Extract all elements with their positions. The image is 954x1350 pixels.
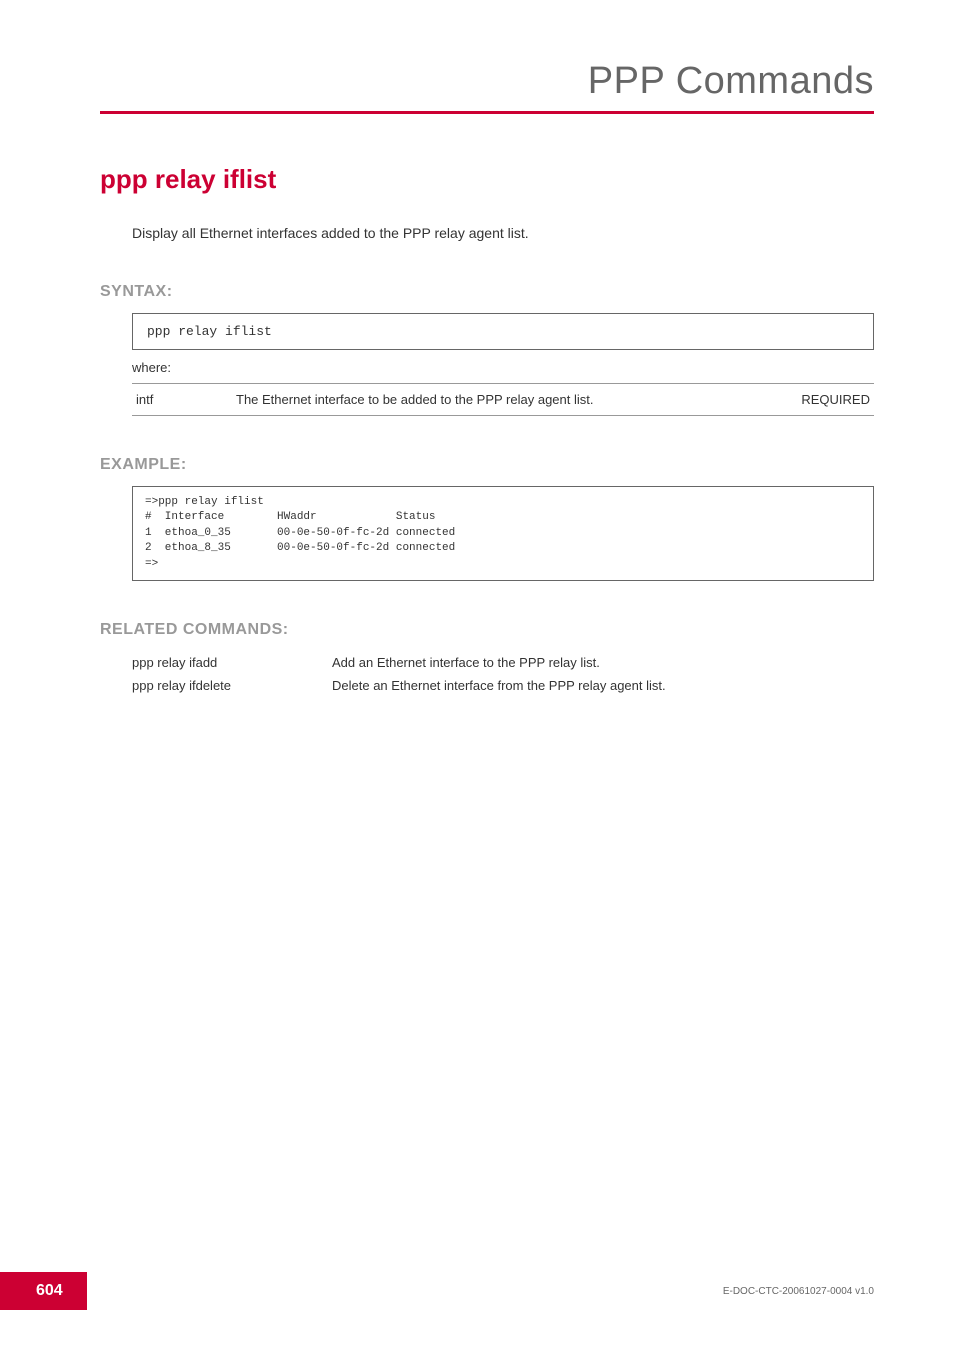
where-label: where: [132,360,874,375]
related-command-name: ppp relay ifadd [132,651,332,674]
document-reference: E-DOC-CTC-20061027-0004 v1.0 [723,1286,954,1297]
related-command-row: ppp relay ifdelete Delete an Ethernet in… [132,674,874,697]
command-description: Display all Ethernet interfaces added to… [132,225,874,241]
param-required: REQUIRED [774,384,874,416]
related-label: RELATED COMMANDS: [100,621,874,639]
parameter-row: intf The Ethernet interface to be added … [132,384,874,416]
related-command-description: Add an Ethernet interface to the PPP rel… [332,651,874,674]
example-label: EXAMPLE: [100,456,874,474]
related-command-name: ppp relay ifdelete [132,674,332,697]
related-command-description: Delete an Ethernet interface from the PP… [332,674,874,697]
syntax-label: SYNTAX: [100,283,874,301]
command-title: ppp relay iflist [100,164,874,195]
syntax-box: ppp relay iflist [132,313,874,350]
param-name: intf [132,384,232,416]
page-number: 604 [0,1272,87,1310]
parameter-table: intf The Ethernet interface to be added … [132,383,874,416]
page-header-title: PPP Commands [100,60,874,103]
example-box: =>ppp relay iflist # Interface HWaddr St… [132,486,874,581]
header-divider [100,111,874,114]
related-command-row: ppp relay ifadd Add an Ethernet interfac… [132,651,874,674]
related-commands-table: ppp relay ifadd Add an Ethernet interfac… [132,651,874,697]
page-footer: 604 E-DOC-CTC-20061027-0004 v1.0 [0,1272,954,1310]
param-description: The Ethernet interface to be added to th… [232,384,774,416]
